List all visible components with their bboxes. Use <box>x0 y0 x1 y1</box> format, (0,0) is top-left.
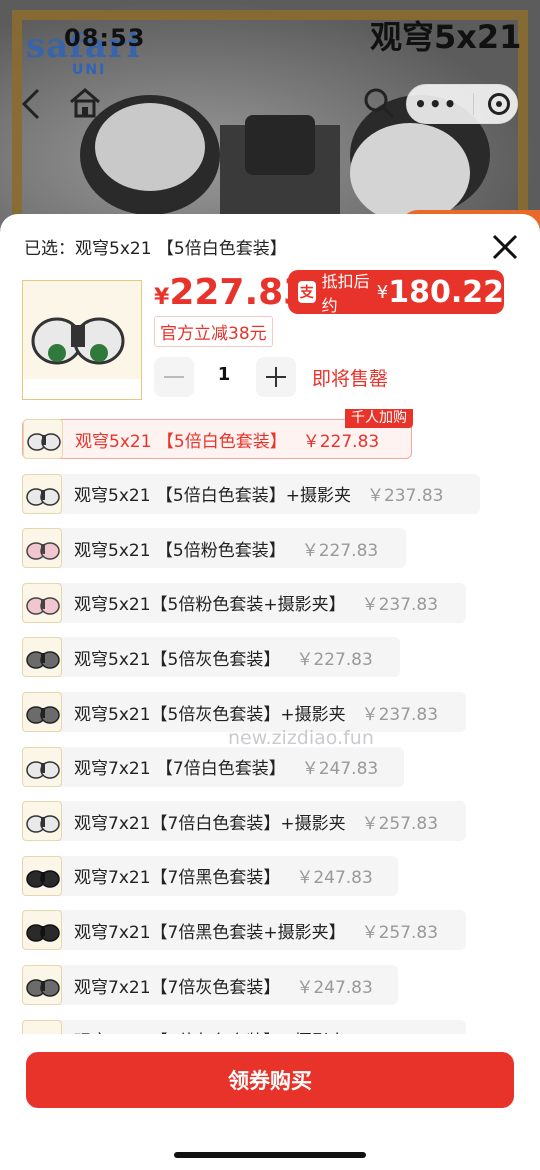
price-symbol: ¥ <box>154 285 170 310</box>
quantity-plus-button[interactable] <box>256 357 296 397</box>
sku-option-price: ￥247.83 <box>296 868 373 889</box>
sku-option-name: 观穹5x21 【5倍白色套装】 <box>75 431 287 452</box>
sku-option[interactable]: 观穹5x21【5倍灰色套装】+摄影夹 ￥237.83 <box>22 692 466 732</box>
quantity-minus-button[interactable] <box>154 357 194 397</box>
after-symbol: ¥ <box>376 281 389 303</box>
sku-thumbnail <box>22 637 62 678</box>
sku-option-name: 观穹7x21【7倍黑色套装+摄影夹】 <box>74 922 346 943</box>
home-indicator <box>174 1152 366 1158</box>
quantity-value: 1 <box>217 364 231 385</box>
sku-option-price: ￥237.83 <box>361 595 439 616</box>
capsule-divider <box>472 93 474 115</box>
sku-thumbnail <box>22 528 62 569</box>
selected-value: 观穹5x21 【5倍白色套装】 <box>75 239 287 259</box>
sku-option[interactable]: 观穹7x21【7倍灰色套装】 ￥247.83 <box>22 965 398 1005</box>
selected-prefix: 已选： <box>24 239 75 259</box>
sku-option-name: 观穹5x21【5倍粉色套装+摄影夹】 <box>74 595 346 616</box>
after-label: 抵扣后约 <box>321 272 370 315</box>
sku-option[interactable]: 观穹5x21 【5倍白色套装】 ￥227.83 千人加购 <box>22 409 413 459</box>
thumbnail-image <box>23 281 141 399</box>
search-icon[interactable] <box>362 86 396 120</box>
selected-sku: 已选：观穹5x21 【5倍白色套装】 <box>24 234 287 259</box>
sku-option[interactable]: 观穹5x21【5倍粉色套装+摄影夹】 ￥237.83 <box>22 582 466 623</box>
close-miniapp-icon[interactable] <box>487 93 510 115</box>
sku-option-name: 观穹7x21【7倍灰色套装】 <box>74 977 281 998</box>
sku-thumbnail <box>23 419 63 459</box>
product-thumbnail[interactable] <box>22 280 142 400</box>
sku-thumbnail <box>22 746 62 787</box>
sku-option[interactable]: 观穹7x21【7倍灰色套装】+摄影夹 ￥257.83 <box>22 1019 466 1034</box>
sku-option[interactable]: 观穹7x21 【7倍白色套装】 ￥247.83 <box>22 746 404 787</box>
sku-option-name: 观穹7x21【7倍白色套装】+摄影夹 <box>74 813 346 834</box>
sku-thumbnail <box>22 855 62 896</box>
sku-thumbnail <box>22 1019 62 1034</box>
sku-option-price: ￥257.83 <box>362 1027 438 1034</box>
sku-option-name: 观穹5x21【5倍灰色套装】+摄影夹 <box>74 704 346 725</box>
sku-thumbnail <box>22 801 62 842</box>
sku-thumbnail <box>22 473 62 514</box>
status-time: 08:53 <box>64 24 146 52</box>
close-icon[interactable] <box>490 232 520 262</box>
sku-option[interactable]: 观穹7x21【7倍黑色套装】 ￥247.83 <box>22 855 398 896</box>
sku-option-price: ￥237.83 <box>361 704 439 725</box>
after-value: 180.22 <box>388 274 504 310</box>
sku-option-price: ￥247.83 <box>296 977 373 998</box>
after-discount-price[interactable]: 支 抵扣后约 ¥ 180.22 <box>288 270 504 315</box>
price: ¥227.83 <box>154 272 308 313</box>
more-icon[interactable]: ••• <box>414 92 458 116</box>
sku-options-list[interactable]: 观穹5x21 【5倍白色套装】 ￥227.83 千人加购 观穹5x21 【5倍白色套装… <box>0 409 540 1034</box>
sku-option[interactable]: 观穹7x21【7倍黑色套装+摄影夹】 ￥257.83 <box>22 910 466 951</box>
sku-option-name: 观穹7x21【7倍黑色套装】 <box>74 868 281 889</box>
miniapp-capsule: ••• <box>406 84 518 124</box>
hot-badge: 千人加购 <box>345 409 413 428</box>
sku-thumbnail <box>22 910 62 951</box>
sku-option-price: ￥257.83 <box>361 922 439 943</box>
sku-option-name: 观穹7x21【7倍灰色套装】+摄影夹 <box>74 1027 346 1034</box>
sku-thumbnail <box>22 692 62 732</box>
sku-option[interactable]: 观穹5x21 【5倍粉色套装】 ￥227.83 <box>22 528 406 569</box>
sellout-label: 即将售罄 <box>312 368 389 390</box>
buy-button[interactable]: 领券购买 <box>26 1052 514 1108</box>
sku-option-name: 观穹5x21 【5倍粉色套装】 <box>74 540 286 561</box>
subsidy-icon: 支 <box>298 281 316 303</box>
sku-option[interactable]: 观穹5x21 【5倍白色套装】+摄影夹 ￥237.83 <box>22 473 480 514</box>
minus-icon <box>164 376 184 378</box>
page-title: 观穹5x21 <box>370 18 522 56</box>
sku-option-price: ￥237.83 <box>366 486 444 507</box>
sku-thumbnail <box>22 582 62 623</box>
sku-option-price: ￥257.83 <box>361 813 439 834</box>
sku-option-name: 观穹5x21 【5倍白色套装】+摄影夹 <box>74 486 351 507</box>
sku-option-price: ￥227.83 <box>296 649 373 670</box>
sku-option-name: 观穹7x21 【7倍白色套装】 <box>74 759 286 780</box>
sku-thumbnail <box>22 965 62 1005</box>
back-icon[interactable] <box>18 86 48 122</box>
sku-option-price: ￥227.83 <box>301 540 379 561</box>
watermark: new.zizdiao.fun <box>228 727 374 749</box>
home-icon[interactable] <box>68 86 102 120</box>
sku-sheet: 已选：观穹5x21 【5倍白色套装】 ¥227.83 官方立减38元 支 抵扣后… <box>0 214 540 1170</box>
sku-option[interactable]: 观穹7x21【7倍白色套装】+摄影夹 ￥257.83 <box>22 801 466 842</box>
sku-option-name: 观穹5x21【5倍灰色套装】 <box>74 649 281 670</box>
discount-tag: 官方立减38元 <box>154 316 273 347</box>
product-background: safari UNI 08:53 观穹5x21 ••• <box>0 0 540 230</box>
sku-option[interactable]: 观穹5x21【5倍灰色套装】 ￥227.83 <box>22 637 400 678</box>
brand-sub: UNI <box>72 62 107 78</box>
sku-option-price: ￥227.83 <box>302 431 380 452</box>
sku-option-price: ￥247.83 <box>301 759 379 780</box>
